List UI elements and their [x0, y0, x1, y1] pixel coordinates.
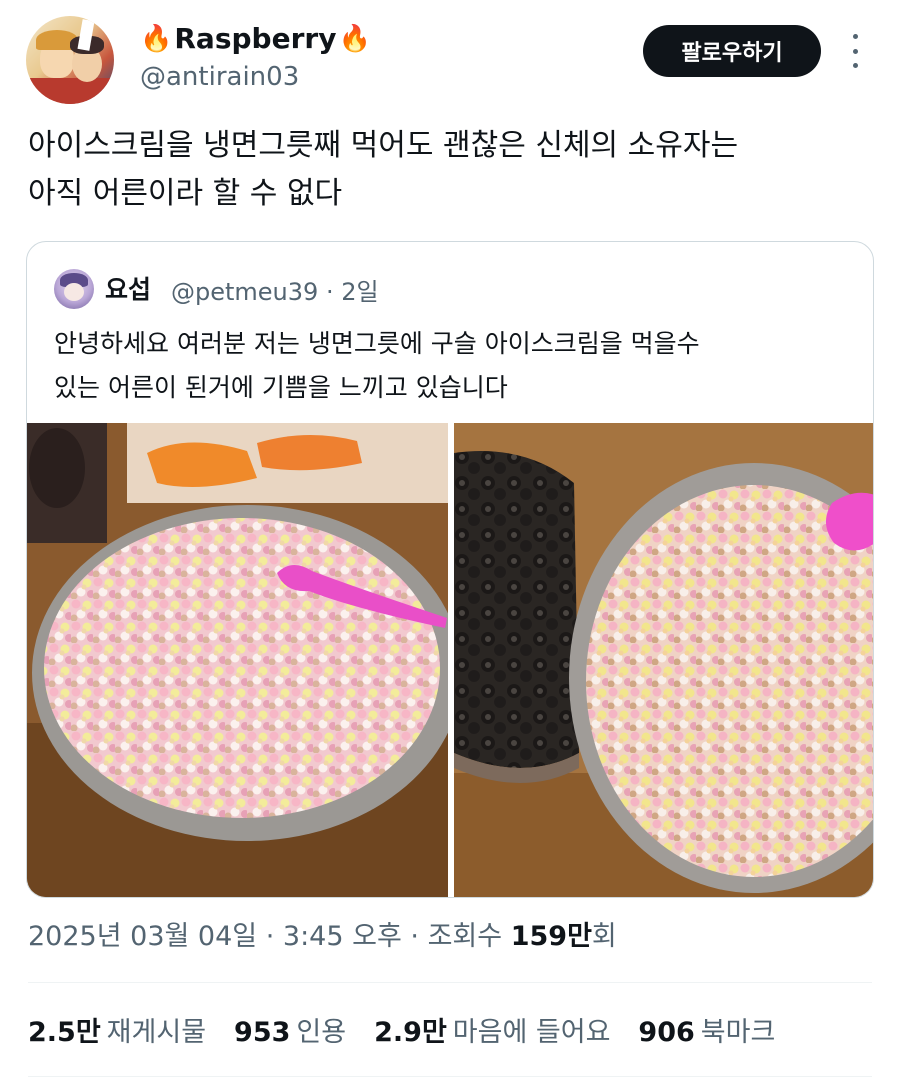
stat-bookmarks[interactable]: 906 북마크	[638, 1010, 775, 1049]
stat-label: 재게시물	[106, 1017, 207, 1048]
photo-illustration	[454, 423, 873, 897]
more-options-icon[interactable]	[845, 34, 865, 68]
stat-quotes[interactable]: 953 인용	[234, 1010, 346, 1049]
engagement-stats: 2.5만 재게시물 953 인용 2.9만 마음에 들어요 906 북마크	[28, 1010, 775, 1049]
stat-value: 906	[638, 1017, 695, 1048]
follow-button[interactable]: 팔로우하기	[643, 25, 821, 77]
quoted-tweet-card[interactable]: 요섭 @petmeu39 · 2일 안녕하세요 여러분 저는 냉면그릇에 구슬 …	[26, 241, 874, 898]
quote-author-avatar	[54, 269, 94, 309]
meta-separator: ·	[265, 921, 275, 952]
stat-label: 마음에 들어요	[452, 1017, 611, 1048]
stat-value: 953	[234, 1017, 291, 1048]
author-name-text: Raspberry	[174, 22, 337, 55]
views-count: 159만	[510, 921, 592, 952]
tweet-text-line: 아이스크림을 냉면그릇째 먹어도 괜찮은 신체의 소유자는	[28, 128, 739, 163]
tweet-text-line: 아직 어른이라 할 수 없다	[28, 176, 343, 211]
quote-text-line: 있는 어른이 된거에 기쁨을 느끼고 있습니다	[54, 373, 508, 402]
views-suffix: 회	[591, 921, 617, 952]
fire-icon: 🔥	[338, 23, 371, 54]
stat-label: 인용	[296, 1017, 347, 1048]
tweet-timestamp: 2025년 03월 04일 · 3:45 오후 · 조회수 159만회	[28, 914, 617, 953]
tweet-time[interactable]: 3:45 오후	[283, 921, 402, 952]
meta-separator: ·	[325, 278, 334, 306]
divider	[28, 1076, 872, 1077]
meta-separator: ·	[410, 921, 419, 952]
views-label: 조회수	[427, 921, 503, 952]
stat-likes[interactable]: 2.9만 마음에 들어요	[374, 1010, 610, 1049]
stat-value: 2.9만	[374, 1017, 447, 1048]
photo-ice-cream-bowl-left[interactable]	[27, 423, 448, 897]
author-handle[interactable]: @antirain03	[140, 62, 299, 92]
photo-illustration	[27, 423, 448, 897]
photo-ice-cream-bowl-right[interactable]	[454, 423, 873, 897]
tweet-date[interactable]: 2025년 03월 04일	[28, 921, 257, 952]
quote-time: 2일	[341, 278, 379, 306]
stat-value: 2.5만	[28, 1017, 101, 1048]
divider	[28, 982, 872, 983]
quote-text-line: 안녕하세요 여러분 저는 냉면그릇에 구슬 아이스크림을 먹을수	[54, 329, 700, 358]
author-display-name[interactable]: 🔥 Raspberry 🔥	[140, 22, 371, 55]
tweet-text: 아이스크림을 냉면그릇째 먹어도 괜찮은 신체의 소유자는 아직 어른이라 할 …	[28, 122, 878, 218]
quote-author-name: 요섭	[105, 275, 152, 304]
stat-label: 북마크	[700, 1017, 776, 1048]
quote-author-meta: @petmeu39 · 2일	[171, 272, 379, 307]
quote-author-handle: @petmeu39	[171, 278, 319, 306]
tweet-header: 🔥 Raspberry 🔥 @antirain03 팔로우하기	[0, 0, 900, 110]
fire-icon: 🔥	[140, 23, 173, 54]
quote-text: 안녕하세요 여러분 저는 냉면그릇에 구슬 아이스크림을 먹을수 있는 어른이 …	[54, 322, 844, 410]
stat-reposts[interactable]: 2.5만 재게시물	[28, 1010, 206, 1049]
author-avatar[interactable]	[26, 16, 114, 104]
